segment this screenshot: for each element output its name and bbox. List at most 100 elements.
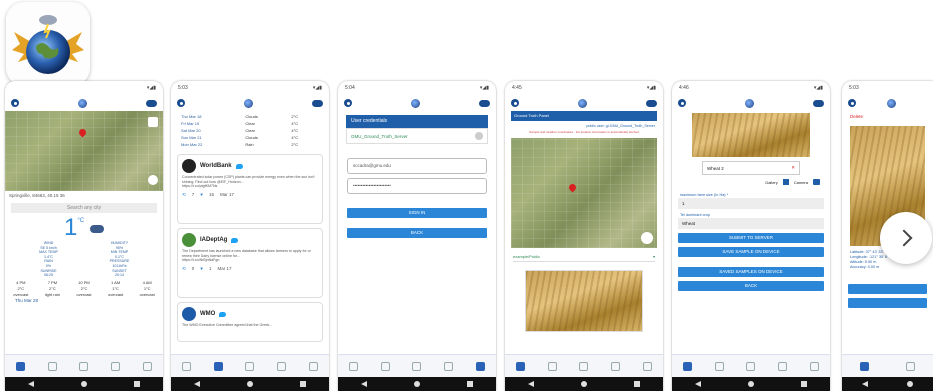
home-button-icon[interactable] bbox=[246, 381, 253, 387]
nav-list-icon[interactable] bbox=[714, 361, 724, 371]
bottom-nav bbox=[171, 354, 329, 377]
stat-wind: WIND SE 5 km/h bbox=[40, 241, 57, 250]
retweet-icon[interactable]: ⟲ bbox=[182, 266, 186, 272]
cloud-upload-icon[interactable] bbox=[312, 99, 323, 107]
nav-list-icon[interactable] bbox=[547, 361, 557, 371]
nav-chat-icon[interactable] bbox=[444, 361, 454, 371]
nav-home-icon[interactable] bbox=[860, 361, 870, 371]
nav-globe-icon[interactable] bbox=[579, 361, 589, 371]
like-icon[interactable]: ♥ bbox=[200, 192, 203, 198]
farm-size-input[interactable]: 1 bbox=[678, 198, 824, 209]
like-icon[interactable]: ♥ bbox=[200, 266, 203, 272]
nav-settings-icon[interactable] bbox=[308, 361, 318, 371]
city-search-input[interactable]: Search any city bbox=[11, 203, 157, 213]
back-icon[interactable] bbox=[194, 381, 201, 387]
recents-icon[interactable] bbox=[633, 381, 640, 387]
action-button[interactable] bbox=[848, 284, 927, 294]
settings-gear-icon[interactable] bbox=[344, 99, 352, 107]
camera-button[interactable]: Camera bbox=[794, 180, 808, 185]
nav-list-icon[interactable] bbox=[380, 361, 390, 371]
tweet-card[interactable]: IADeptAg The Department has launched a n… bbox=[177, 228, 323, 298]
close-icon[interactable]: ✕ bbox=[791, 165, 795, 171]
camera-icon[interactable] bbox=[813, 179, 820, 185]
saved-samples-button[interactable]: SAVED SAMPLES ON DEVICE bbox=[678, 267, 824, 277]
nav-settings-icon[interactable] bbox=[142, 361, 152, 371]
cloud-upload-icon[interactable] bbox=[146, 99, 157, 107]
tweet-link[interactable]: https://t.co/ptgfKM7Ns bbox=[182, 184, 318, 189]
cloud-upload-icon[interactable] bbox=[479, 99, 490, 107]
action-button[interactable] bbox=[848, 298, 927, 308]
email-field[interactable]: sccadra@gmu.edu bbox=[347, 158, 487, 174]
nav-settings-icon[interactable] bbox=[475, 361, 485, 371]
recents-icon[interactable] bbox=[299, 381, 306, 387]
tweet-card[interactable]: WMO The WMO Executive Committee agreed t… bbox=[177, 302, 323, 342]
cloud-upload-icon[interactable] bbox=[646, 99, 657, 107]
home-button-icon[interactable] bbox=[907, 381, 914, 387]
map-view[interactable] bbox=[511, 138, 657, 248]
nav-home-icon[interactable] bbox=[683, 361, 693, 371]
nav-chat-icon[interactable] bbox=[111, 361, 121, 371]
save-sample-button[interactable]: SAVE SAMPLE ON DEVICE bbox=[678, 247, 824, 257]
settings-gear-icon[interactable] bbox=[11, 99, 19, 107]
back-icon[interactable] bbox=[695, 381, 702, 387]
tweet-link[interactable]: https://t.co/NrBjnNaFgn bbox=[182, 258, 318, 263]
tweet-card[interactable]: WorldBank Concentrated solar power (CSP)… bbox=[177, 154, 323, 224]
mode-select[interactable]: example/Public ▾ bbox=[513, 254, 655, 262]
home-icon[interactable] bbox=[641, 232, 653, 244]
nav-globe-icon[interactable] bbox=[746, 361, 756, 371]
back-button[interactable]: BACK bbox=[678, 281, 824, 291]
settings-gear-icon[interactable] bbox=[848, 99, 856, 107]
nav-list-icon[interactable] bbox=[905, 361, 915, 371]
recents-icon[interactable] bbox=[800, 381, 807, 387]
home-button-icon[interactable] bbox=[413, 381, 420, 387]
settings-gear-icon[interactable] bbox=[511, 99, 519, 107]
settings-gear-icon[interactable] bbox=[177, 99, 185, 107]
nav-list-icon[interactable] bbox=[47, 361, 57, 371]
nav-settings-icon[interactable] bbox=[809, 361, 819, 371]
layers-icon[interactable] bbox=[148, 117, 158, 127]
nav-chat-icon[interactable] bbox=[277, 361, 287, 371]
nav-chat-icon[interactable] bbox=[611, 361, 621, 371]
server-select[interactable]: GMU_Ground_Truth_Server bbox=[346, 128, 488, 144]
nav-home-icon[interactable] bbox=[516, 361, 526, 371]
chevron-down-icon[interactable]: ▾ bbox=[653, 254, 655, 259]
home-button-icon[interactable] bbox=[580, 381, 587, 387]
back-icon[interactable] bbox=[28, 381, 35, 387]
back-icon[interactable] bbox=[861, 381, 868, 387]
crop-entry[interactable]: Wheat 2 ✕ bbox=[702, 161, 800, 175]
status-bar: ▾◢▮ bbox=[5, 81, 163, 95]
stat-min-temp: MIN TEMP 0.1°C bbox=[110, 250, 129, 259]
nav-home-icon[interactable] bbox=[349, 361, 359, 371]
home-button-icon[interactable] bbox=[747, 381, 754, 387]
settings-gear-icon[interactable] bbox=[678, 99, 686, 107]
nav-chat-icon[interactable] bbox=[778, 361, 788, 371]
chevron-down-icon[interactable] bbox=[475, 132, 483, 140]
submit-to-server-button[interactable]: SUBMIT TO SERVER bbox=[678, 233, 824, 243]
status-bar: 5:03 ▾◢▮ bbox=[178, 85, 322, 91]
carousel-next-button[interactable] bbox=[880, 212, 932, 264]
sign-in-button[interactable]: SIGN IN bbox=[347, 208, 487, 218]
home-icon[interactable] bbox=[148, 175, 158, 185]
retweet-icon[interactable]: ⟲ bbox=[182, 192, 186, 198]
crop-input[interactable]: Wheat bbox=[678, 218, 824, 229]
cloud-upload-icon[interactable] bbox=[813, 99, 824, 107]
nav-settings-icon[interactable] bbox=[642, 361, 652, 371]
home-button-icon[interactable] bbox=[80, 381, 87, 387]
bottom-nav bbox=[842, 354, 933, 377]
nav-globe-icon[interactable] bbox=[412, 361, 422, 371]
back-icon[interactable] bbox=[528, 381, 535, 387]
back-icon[interactable] bbox=[361, 381, 368, 387]
nav-globe-icon[interactable] bbox=[79, 361, 89, 371]
nav-home-icon[interactable] bbox=[182, 361, 192, 371]
nav-list-icon[interactable] bbox=[213, 361, 223, 371]
nav-globe-icon[interactable] bbox=[245, 361, 255, 371]
nav-home-icon[interactable] bbox=[16, 361, 26, 371]
map-view[interactable] bbox=[5, 111, 163, 191]
back-button[interactable]: BACK bbox=[347, 228, 487, 238]
recents-icon[interactable] bbox=[466, 381, 473, 387]
gallery-icon[interactable] bbox=[782, 179, 789, 185]
recents-icon[interactable] bbox=[133, 381, 140, 387]
password-field[interactable]: •••••••••••••••••••••••• bbox=[347, 178, 487, 194]
gallery-button[interactable]: Gallery bbox=[765, 180, 778, 185]
delete-link[interactable]: Delete bbox=[842, 111, 933, 122]
